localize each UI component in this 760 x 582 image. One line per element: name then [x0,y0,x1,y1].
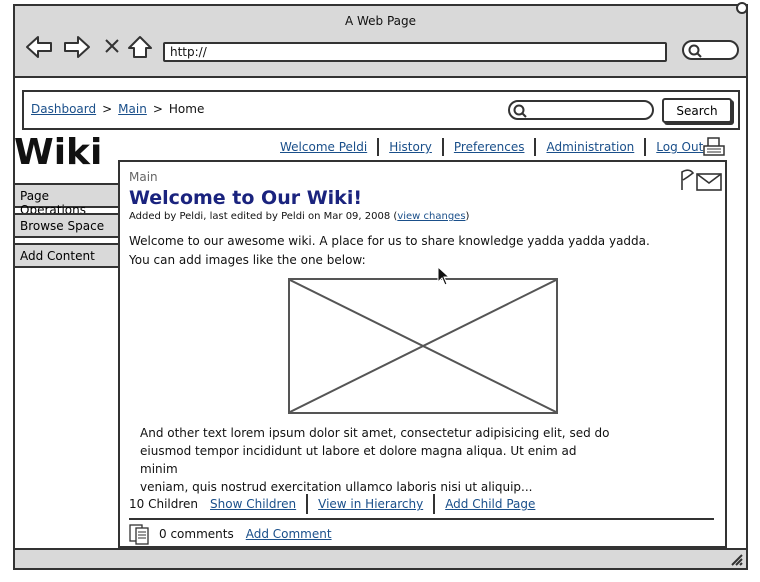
comments-count: 0 comments [159,527,234,541]
status-bar [15,548,746,568]
meta-text-end: ) [465,211,470,222]
search-input[interactable] [508,100,654,120]
body-line: eiusmod tempor incididunt ut labore et d… [140,444,577,476]
page-operations-button[interactable]: Page Operations [13,183,120,217]
flag-icon[interactable] [681,169,695,190]
page-content-panel: Main Welcome to Our Wiki! Added by Peldi… [118,160,727,548]
window-corner-button[interactable] [736,2,748,14]
breadcrumb: Dashboard > Main > Home [31,102,204,116]
divider-line [129,518,714,520]
comments-icon [129,524,149,545]
back-arrow-icon[interactable] [25,34,52,60]
window-title: A Web Page [344,14,417,28]
browser-toolbar: A Web Page http:// [15,6,746,78]
mail-icon[interactable] [696,173,722,191]
url-field[interactable]: http:// [163,42,667,62]
user-links: Welcome Peldi History Preferences Admini… [270,138,713,156]
add-content-button[interactable]: Add Content [13,243,120,268]
intro-line: You can add images like the one below: [129,253,366,267]
page-meta: Added by Peldi, last edited by Peldi on … [129,211,469,222]
breadcrumb-current: Home [168,102,205,116]
search-icon [513,104,527,118]
print-icon[interactable] [702,136,726,160]
forward-arrow-icon[interactable] [63,34,90,60]
home-icon[interactable] [127,34,153,60]
breadcrumb-separator: > [152,102,163,116]
intro-text: Welcome to our awesome wiki. A place for… [129,232,709,270]
stop-icon[interactable] [103,37,129,63]
parent-page-label: Main [129,170,158,184]
comments-row: 0 comments Add Comment [129,522,332,546]
administration-link[interactable]: Administration [536,140,644,154]
search-button[interactable]: Search [662,98,732,123]
meta-text: Added by Peldi, last edited by Peldi on … [129,211,398,222]
breadcrumb-separator: > [102,102,113,116]
browser-search-field[interactable] [682,40,739,60]
image-placeholder-icon [289,279,557,413]
view-changes-link[interactable]: view changes [397,211,465,222]
add-comment-link[interactable]: Add Comment [246,527,332,541]
site-title: Wiki [14,132,103,173]
show-children-link[interactable]: Show Children [200,497,306,511]
welcome-user-link[interactable]: Welcome Peldi [270,140,377,154]
image-placeholder [288,278,558,414]
resize-grip-icon[interactable] [729,552,743,566]
breadcrumb-link-dashboard[interactable]: Dashboard [31,102,96,116]
browse-space-button[interactable]: Browse Space [13,213,120,238]
history-link[interactable]: History [379,140,442,154]
body-line: And other text lorem ipsum dolor sit ame… [140,426,610,440]
search-icon [688,44,702,58]
add-child-page-link[interactable]: Add Child Page [435,497,545,511]
view-in-hierarchy-link[interactable]: View in Hierarchy [308,497,433,511]
body-text: And other text lorem ipsum dolor sit ame… [140,424,610,496]
children-row: 10 Children Show Children View in Hierar… [129,494,545,514]
page-title: Welcome to Our Wiki! [129,187,362,209]
top-navigation-bar: Dashboard > Main > Home Search [22,90,740,130]
mouse-cursor-icon [437,266,451,286]
intro-line: Welcome to our awesome wiki. A place for… [129,234,650,248]
children-count: 10 Children [129,497,199,511]
breadcrumb-link-main[interactable]: Main [118,102,147,116]
preferences-link[interactable]: Preferences [444,140,535,154]
flag-and-mail-icons [681,169,722,191]
